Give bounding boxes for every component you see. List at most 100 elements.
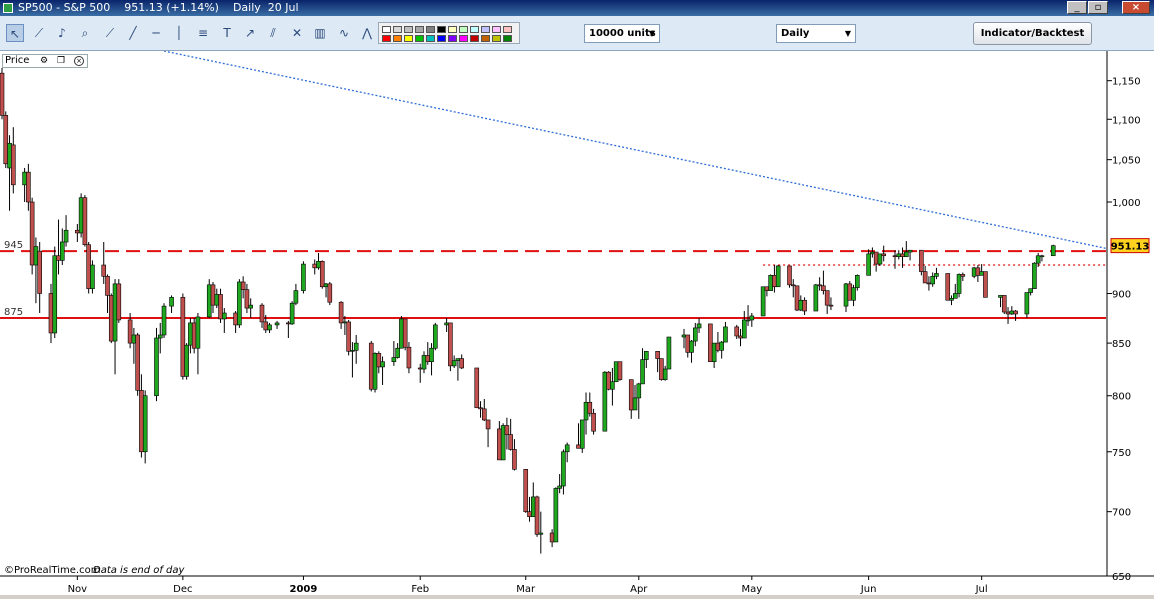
color-swatch[interactable]	[481, 35, 490, 42]
color-swatch[interactable]	[459, 26, 468, 33]
candle-down	[417, 367, 423, 370]
color-palette[interactable]	[378, 22, 520, 44]
candle-up	[7, 142, 12, 169]
color-swatch[interactable]	[415, 26, 424, 33]
candle-down	[587, 401, 593, 414]
candle-up	[896, 253, 902, 257]
alarm-bell-icon[interactable]: ♪	[53, 24, 71, 42]
y-tick-label: 1,050	[1112, 156, 1141, 167]
candle-up	[1032, 262, 1037, 289]
candle-up	[350, 349, 355, 352]
color-swatch[interactable]	[492, 35, 501, 42]
candle-up	[745, 319, 751, 322]
candle-down	[82, 197, 88, 246]
toolbar: ↖ ⟋ ♪ ⌕ ⟋ ╱ ─ │ ≡ T ↗ ⫽ ✕ ▥ ∿ ⋀ 10000 un…	[0, 16, 1154, 51]
candle-up	[798, 299, 804, 311]
close-icon[interactable]: ×	[74, 56, 84, 66]
candle-up	[1009, 310, 1015, 315]
candle-up	[248, 304, 253, 309]
candle-up	[775, 265, 781, 288]
units-select[interactable]: 10000 units ▼	[584, 24, 660, 43]
timeframe-select[interactable]: Daily ▼	[776, 24, 856, 43]
color-swatch[interactable]	[415, 35, 424, 42]
color-swatch[interactable]	[481, 26, 490, 33]
candle-down	[116, 283, 122, 321]
candle-up	[1050, 245, 1056, 257]
x-tick-label: Apr	[630, 584, 648, 595]
candle-down	[139, 390, 144, 453]
candle-down	[983, 271, 988, 298]
trend-line-icon[interactable]: ╱	[124, 24, 142, 42]
candle-up	[666, 336, 672, 370]
color-swatch[interactable]	[382, 35, 391, 42]
candle-up	[613, 361, 619, 383]
candle-up	[741, 319, 747, 339]
candle-down	[922, 271, 928, 284]
candle-down	[263, 321, 269, 331]
candle-up	[372, 353, 378, 390]
y-tick-label: 900	[1112, 289, 1131, 300]
candle-down	[787, 265, 792, 286]
parallel-lines-icon[interactable]: ⫽	[264, 24, 282, 42]
color-swatch[interactable]	[404, 35, 413, 42]
candle-down	[478, 407, 483, 410]
candle-up	[399, 318, 404, 349]
color-swatch[interactable]	[448, 35, 457, 42]
app-icon	[3, 3, 13, 13]
candle-down	[135, 334, 140, 391]
candle-down	[218, 294, 223, 320]
candle-up	[640, 359, 645, 385]
color-swatch[interactable]	[503, 26, 512, 33]
indicator-line-icon[interactable]: ∿	[335, 24, 353, 42]
price-chart[interactable]: 945 875 1,150 1,100 1,050 1,000 900 850 800 750 7…	[0, 50, 1154, 595]
color-swatch[interactable]	[404, 26, 413, 33]
candle-down	[312, 263, 318, 269]
candle-down	[448, 322, 453, 367]
candle-up	[610, 381, 615, 390]
arrow-tool-icon[interactable]: ↗	[241, 24, 259, 42]
color-swatch[interactable]	[492, 26, 501, 33]
wrench-icon[interactable]: ⚙	[39, 56, 49, 66]
chevron-down-icon: ▼	[648, 29, 655, 38]
zoom-icon[interactable]: ⌕	[76, 24, 94, 42]
color-swatch[interactable]	[470, 26, 479, 33]
vertical-line-icon[interactable]: │	[170, 24, 188, 42]
color-swatch[interactable]	[437, 35, 446, 42]
ruler-icon[interactable]: ⟋	[30, 24, 48, 42]
candle-up	[421, 355, 427, 370]
candle-up	[214, 294, 220, 306]
candle-up	[636, 383, 642, 399]
line-tool-icon[interactable]: ⟋	[101, 24, 119, 42]
color-swatch[interactable]	[426, 35, 435, 42]
pointer-icon[interactable]: ↖	[6, 24, 24, 42]
window-icon[interactable]: ❐	[56, 56, 66, 66]
candle-down	[512, 449, 517, 470]
color-swatch[interactable]	[426, 26, 435, 33]
candle-up	[561, 451, 566, 487]
text-tool-icon[interactable]: T	[218, 24, 236, 42]
chart-area[interactable]: 945 875 1,150 1,100 1,050 1,000 900 850 800 750 7…	[0, 50, 1154, 595]
color-swatch[interactable]	[382, 26, 391, 33]
fibonacci-icon[interactable]: ≡	[194, 24, 212, 42]
color-swatch[interactable]	[393, 35, 402, 42]
candle-down	[485, 419, 491, 430]
close-window-icon[interactable]: ×	[1122, 1, 1150, 14]
indicator-backtest-button[interactable]: Indicator/Backtest	[973, 22, 1092, 45]
color-swatch[interactable]	[437, 26, 446, 33]
tools-icon[interactable]: ✕	[288, 24, 306, 42]
horizontal-line-icon[interactable]: ─	[147, 24, 165, 42]
color-swatch[interactable]	[470, 35, 479, 42]
color-swatch[interactable]	[459, 35, 468, 42]
minimize-icon[interactable]: _	[1067, 1, 1087, 14]
delete-icon[interactable]: ▥	[311, 24, 329, 42]
pattern-icon[interactable]: ⋀	[358, 24, 376, 42]
color-swatch[interactable]	[448, 26, 457, 33]
maximize-icon[interactable]: ▫	[1088, 1, 1108, 14]
y-tick-label: 650	[1112, 572, 1131, 583]
candle-down	[1013, 310, 1018, 315]
candle-up	[342, 321, 348, 324]
color-swatch[interactable]	[393, 26, 402, 33]
candle-up	[274, 322, 280, 326]
color-swatch[interactable]	[503, 35, 512, 42]
candle-up	[907, 249, 913, 253]
